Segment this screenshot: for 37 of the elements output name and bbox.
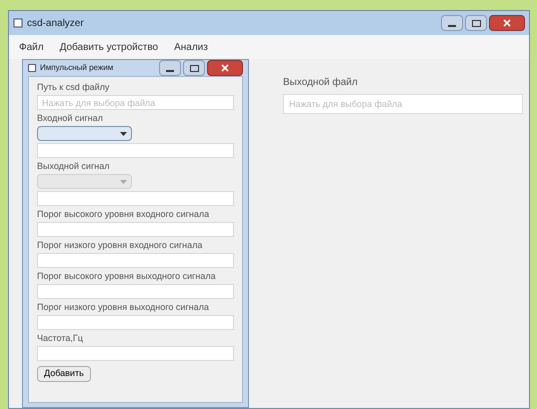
field-label: Входной сигнал: [37, 113, 104, 124]
field-label: Выходной сигнал: [37, 161, 110, 172]
close-icon: [221, 64, 229, 72]
field-label: Порог высокого уровня входного сигнала: [37, 209, 210, 220]
close-button[interactable]: [207, 60, 243, 76]
add-button[interactable]: Добавить: [37, 366, 91, 382]
input-field[interactable]: Нажать для выбора файла: [37, 95, 234, 110]
field-label: Порог высокого уровня выходного сигнала: [37, 271, 217, 282]
caret-icon: [120, 180, 127, 184]
dialog-title: Импульсный режим: [40, 62, 114, 74]
field-label: Порог низкого уровня входного сигнала: [37, 240, 204, 251]
maximize-button[interactable]: [465, 15, 487, 31]
input-field[interactable]: [37, 143, 234, 158]
minimize-button[interactable]: [159, 60, 181, 76]
input-field[interactable]: [37, 191, 234, 206]
input-field[interactable]: [37, 284, 234, 299]
dropdown[interactable]: [37, 126, 132, 141]
app-icon: [13, 18, 23, 28]
window-title: csd-analyzer: [27, 16, 85, 30]
field-label: Путь к csd файлу: [37, 82, 110, 93]
caret-icon: [120, 132, 127, 136]
field-label: Порог низкого уровня выходного сигнала: [37, 302, 210, 313]
field-label: Частота,Гц: [37, 333, 84, 344]
close-icon: [503, 19, 511, 27]
menu-item[interactable]: Добавить устройство: [60, 40, 158, 54]
input-field[interactable]: [37, 222, 234, 237]
close-button[interactable]: [489, 15, 525, 31]
app-icon: [28, 64, 36, 72]
field-label: Выходной файл: [283, 76, 359, 90]
input-field[interactable]: [37, 315, 234, 330]
maximize-button[interactable]: [183, 60, 205, 76]
minimize-button[interactable]: [441, 15, 463, 31]
input-field[interactable]: Нажать для выбора файла: [283, 94, 523, 114]
input-field[interactable]: [37, 253, 234, 268]
menu-item[interactable]: Файл: [19, 40, 44, 54]
menu-item[interactable]: Анализ: [174, 40, 208, 54]
input-field[interactable]: [37, 346, 234, 361]
